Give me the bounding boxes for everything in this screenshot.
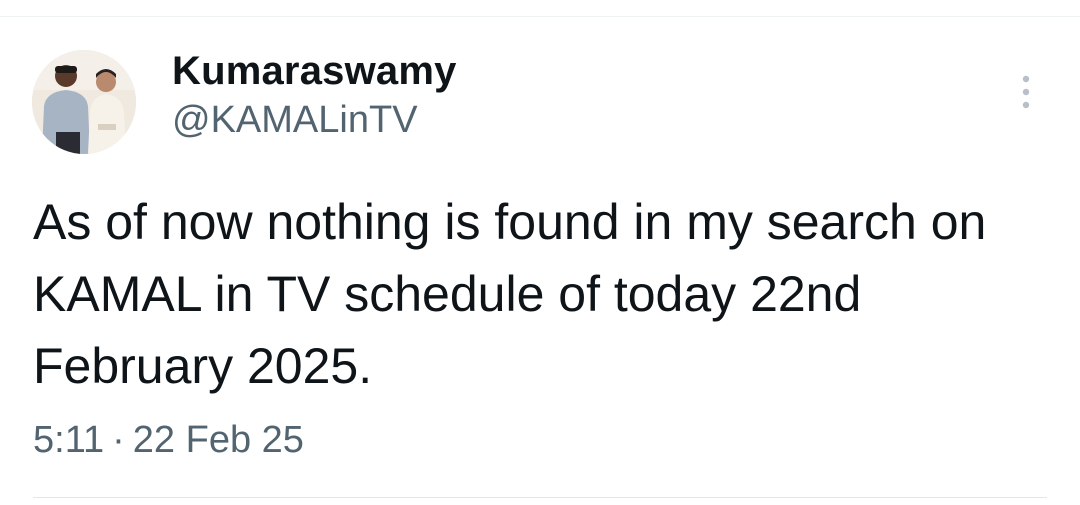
author-block: Kumaraswamy @KAMALinTV xyxy=(172,48,457,142)
avatar[interactable] xyxy=(32,50,136,154)
more-vertical-icon[interactable] xyxy=(1012,72,1040,112)
more-dots-icon xyxy=(1022,75,1030,109)
bottom-divider xyxy=(33,497,1047,498)
tweet-text: As of now nothing is found in my search … xyxy=(33,194,987,394)
avatar-photo-icon xyxy=(32,50,136,154)
tweet-date[interactable]: 22 Feb 25 xyxy=(133,419,304,461)
tweet-meta: 5:11 · 22 Feb 25 xyxy=(33,418,304,462)
meta-separator: · xyxy=(112,419,125,461)
tweet-time[interactable]: 5:11 xyxy=(33,419,104,461)
display-name[interactable]: Kumaraswamy xyxy=(172,48,457,94)
handle[interactable]: @KAMALinTV xyxy=(172,98,457,142)
tweet-card[interactable]: Kumaraswamy @KAMALinTV As of now nothing… xyxy=(0,0,1080,505)
